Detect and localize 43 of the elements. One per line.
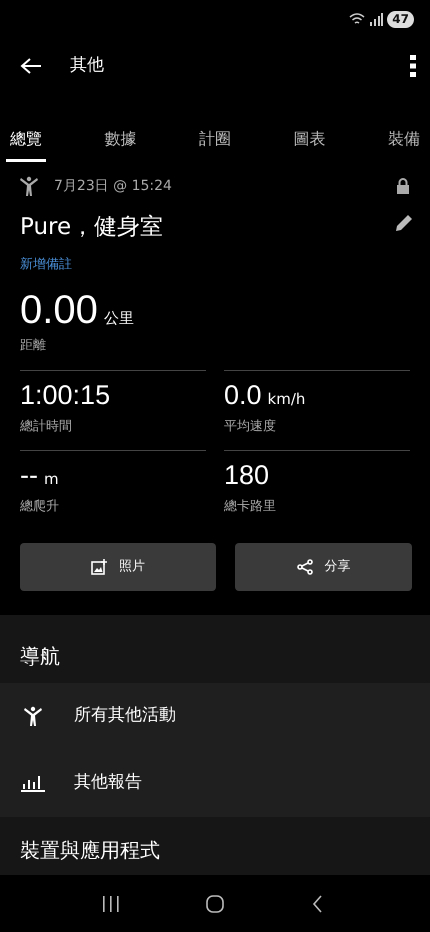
more-menu-button[interactable] — [410, 55, 416, 77]
add-note-link[interactable]: 新增備註 — [0, 254, 92, 274]
share-button[interactable]: 分享 — [235, 542, 412, 590]
battery-indicator: 47 — [387, 10, 414, 28]
tab[interactable]: 圖表 — [290, 117, 330, 162]
stat-unit: m — [44, 468, 59, 490]
tab[interactable]: 總覽 — [6, 117, 46, 162]
add-photo-icon — [91, 558, 107, 574]
distance-label: 距離 — [20, 337, 46, 355]
back-button[interactable] — [20, 57, 42, 75]
tab[interactable]: 數據 — [100, 117, 140, 162]
photo-button[interactable]: 照片 — [20, 542, 216, 590]
stat-value: 1:00:15 — [20, 378, 110, 411]
stat-unit: km/h — [268, 388, 306, 410]
nav-list-item[interactable]: 所有其他活動 — [0, 682, 430, 750]
stat-value: 180 — [224, 458, 270, 491]
home-icon — [204, 894, 225, 914]
activity-date: 7月23日 @ 15:24 — [54, 176, 172, 196]
stat-value: 0.0 — [224, 378, 262, 411]
pencil-icon — [394, 213, 414, 234]
more-icon — [410, 55, 416, 77]
tab[interactable]: 裝備 — [384, 117, 424, 162]
distance-unit: 公里 — [104, 308, 134, 329]
back-arrow-icon — [20, 57, 42, 75]
stat-label: 平均速度 — [224, 418, 276, 436]
section-heading: 導航 — [19, 642, 61, 670]
activity-title: Pure，健身室 — [19, 213, 164, 242]
distance-value: 0.00 — [20, 290, 98, 330]
bar-chart-icon — [20, 774, 46, 792]
stat-value: -- — [20, 458, 38, 491]
section-heading: 裝置與應用程式 — [20, 838, 160, 862]
tab[interactable]: 計圈 — [195, 117, 235, 162]
stat-label: 總卡路里 — [224, 498, 276, 516]
nav-list-item[interactable]: 其他報告 — [0, 750, 430, 816]
stat-label: 總計時間 — [20, 418, 72, 436]
activity-person-icon — [20, 176, 38, 196]
toolbar-title: 其他 — [70, 54, 104, 78]
share-icon — [296, 558, 312, 574]
edit-button[interactable] — [394, 213, 414, 234]
wifi-icon — [349, 12, 366, 26]
lock-icon — [396, 178, 410, 194]
signal-icon — [369, 12, 384, 26]
stat-label: 總爬升 — [20, 498, 59, 516]
